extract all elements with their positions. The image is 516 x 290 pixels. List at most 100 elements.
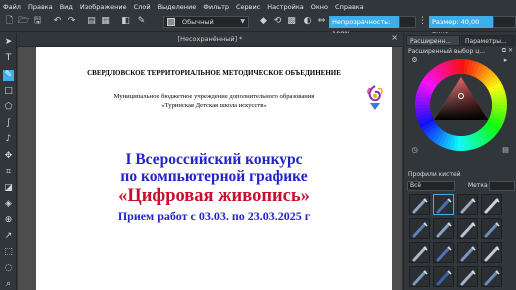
alpha-lock-icon[interactable]: ▩ [286,16,297,27]
brush-preset-item[interactable] [409,266,430,287]
fill-icon[interactable]: ◈ [3,199,14,210]
blend-mode-select[interactable]: Обычный ▼ [163,16,249,28]
opacity-slider-track[interactable] [399,16,416,28]
transform-icon[interactable]: ✥ [3,151,14,162]
presets-filter-select[interactable]: Всё [407,181,455,191]
brush-preset-icon [460,246,476,262]
calligraphy-icon[interactable]: ♪ [3,134,14,145]
mirror-icon[interactable]: ⇔ [316,16,327,27]
color-wheel-selector[interactable] [409,56,513,153]
brush-preset-item[interactable] [481,194,502,215]
menu-view[interactable]: Вид [60,3,73,11]
color-expand-icon[interactable]: ▸ [501,56,510,65]
crop-icon[interactable]: ⌗ [3,167,14,178]
size-slider[interactable]: Размер: 40,00 пикс. [429,16,493,38]
bezier-icon[interactable]: ∫ [3,118,14,129]
size-slider-track[interactable] [493,16,516,28]
menu-window[interactable]: Окно [311,3,328,11]
school-line-1: Муниципальное бюджетное учреждение допол… [113,93,315,100]
brush-preset-item[interactable] [481,242,502,263]
brush-preset-item[interactable] [409,194,430,215]
link-icon[interactable]: ⋮ [417,16,428,27]
eraser-mode-icon[interactable]: ◆ [258,16,269,27]
new-file-icon[interactable]: 🗋 [4,16,15,27]
presets-search-input[interactable] [489,181,515,191]
chevron-down-icon: ▼ [240,18,245,25]
dock-window-buttons[interactable]: ⧉ ✕ [502,47,513,55]
brush-preset-item[interactable] [457,242,478,263]
menu-file[interactable]: Файл [3,3,21,11]
menu-filter[interactable]: Фильтр [203,3,229,11]
pattern-icon[interactable]: ▦ [100,16,111,27]
color-settings-icon[interactable]: ⚙ [410,56,419,65]
ellipse-select-icon[interactable]: ◌ [3,263,14,274]
menu-image[interactable]: Изображение [80,3,127,11]
brush-preset-item[interactable] [457,218,478,239]
menu-settings[interactable]: Настройка [267,3,303,11]
assistant-icon[interactable]: ⊕ [3,215,14,226]
text-tool-icon[interactable]: T [3,53,14,64]
brush-preset-item[interactable] [409,242,430,263]
tab-tool-options[interactable]: Параметры... [461,35,515,46]
krita-window: Файл Правка Вид Изображение Слой Выделен… [0,0,516,290]
brush-preset-item[interactable] [481,218,502,239]
heading-category: по компьютерной графике [120,168,308,185]
open-file-icon[interactable]: 🗁 [18,16,29,27]
select-shapes-icon[interactable]: ➤ [3,37,14,48]
close-icon[interactable]: × [391,33,398,42]
menu-select[interactable]: Выделение [158,3,197,11]
menu-edit[interactable]: Правка [28,3,53,11]
brush-preset-item[interactable] [457,266,478,287]
save-icon[interactable]: 🖫 [32,16,43,27]
heading-contest: I Всероссийский конкурс [125,151,303,168]
menu-bar: Файл Правка Вид Изображение Слой Выделен… [0,0,516,13]
heading-dates: Прием работ с 03.03. по 23.03.2025 г [117,209,311,223]
brush-preset-item[interactable] [433,194,454,215]
school-logo [367,85,383,110]
freehand-brush-icon[interactable]: ✎ [3,70,14,81]
school-line-2: «Туринская Детская школа искусств» [161,102,267,109]
toolbar: 🗋 🗁 🖫 ↶ ↷ ▤ ▦ ◧ ✎ Обычный ▼ ◆ ⟲ ▩ ◐ ⇔ Не… [0,13,516,38]
menu-tools[interactable]: Сервис [236,3,260,11]
brush-preset-grid [409,194,516,290]
brush-preset-item[interactable] [481,266,502,287]
brush-preset-icon [460,198,476,214]
menu-layer[interactable]: Слой [134,3,151,11]
brush-preset-icon[interactable]: ✎ [136,16,147,27]
document-page[interactable]: СВЕРДЛОВСКОЕ ТЕРРИТОРИАЛЬНОЕ МЕТОДИЧЕСКО… [36,47,392,290]
color-common-icon[interactable]: ▤ [501,146,510,155]
brush-preset-icon [484,198,500,214]
brush-preset-icon [484,222,500,238]
tab-advanced-color[interactable]: Расширенн... [406,35,460,46]
brush-preset-icon [484,246,500,262]
rectangle-icon[interactable]: □ [3,86,14,97]
colors-icon[interactable]: ◧ [120,16,131,27]
brush-preset-item[interactable] [433,218,454,239]
brush-preset-item[interactable] [433,266,454,287]
brush-preset-icon [460,222,476,238]
zoom-icon[interactable]: ⌕ [3,279,14,290]
redo-icon[interactable]: ↷ [66,16,77,27]
gradient-icon[interactable]: ◪ [3,183,14,194]
rect-select-icon[interactable]: ⬚ [3,247,14,258]
org-line: СВЕРДЛОВСКОЕ ТЕРРИТОРИАЛЬНОЕ МЕТОДИЧЕСКО… [87,69,341,77]
brush-preset-item[interactable] [457,194,478,215]
measure-icon[interactable]: ↗ [3,231,14,242]
dropper-icon[interactable]: ◐ [302,16,313,27]
right-dock: Расширенн... Параметры... Расширенный вы… [403,33,516,290]
brush-preset-item[interactable] [409,218,430,239]
presets-filter-bar: Всё Метка [407,181,515,191]
reset-icon[interactable]: ⟲ [272,16,283,27]
document-tab[interactable]: [Несохранённый] * × [18,33,402,47]
opacity-slider[interactable]: Непрозрачность: 100% [329,16,399,38]
brush-preset-item[interactable] [433,242,454,263]
color-history-icon[interactable]: ◷ [410,146,419,155]
menu-help[interactable]: Справка [335,3,364,11]
fill-gradient-icon[interactable]: ▤ [86,16,97,27]
undo-icon[interactable]: ↶ [52,16,63,27]
polygon-icon[interactable]: ⬠ [3,102,14,113]
document-tab-title: [Несохранённый] * [177,35,243,43]
brush-preset-icon [436,246,452,262]
presets-tag-select[interactable]: Метка [468,181,488,191]
blend-mode-swatch [167,18,175,26]
